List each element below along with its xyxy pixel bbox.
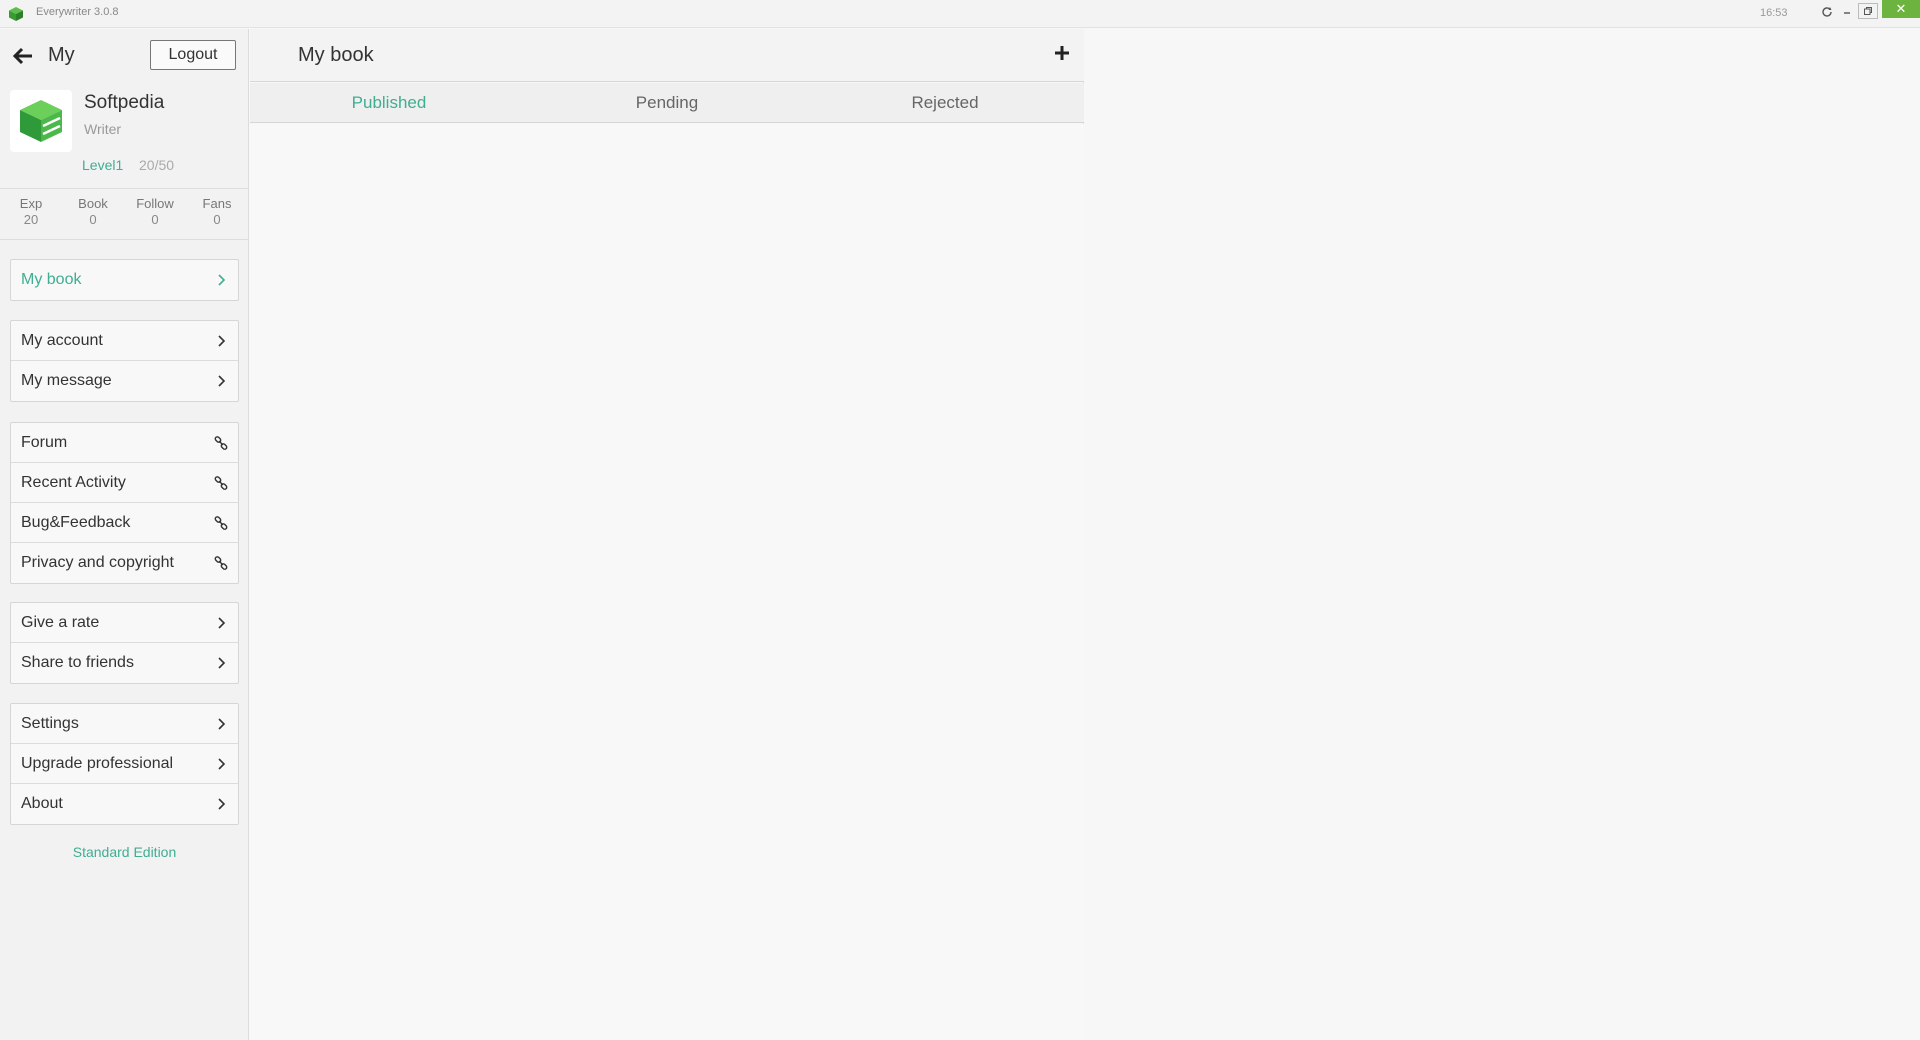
add-book-icon[interactable]	[1052, 43, 1072, 63]
chevron-right-icon	[218, 616, 226, 629]
user-name: Softpedia	[84, 92, 165, 113]
main-panel: My book Published Pending Rejected	[250, 29, 1084, 1040]
stat-exp: Exp 20	[19, 196, 43, 227]
main-header: My book	[250, 29, 1084, 82]
sidebar-title: My	[48, 44, 75, 66]
refresh-icon	[1822, 7, 1832, 17]
menu-item-my-account[interactable]: My account	[11, 321, 238, 361]
link-icon	[214, 435, 228, 450]
menu-item-share-friends[interactable]: Share to friends	[11, 643, 238, 683]
menu-group-account: My account My message	[10, 320, 239, 402]
close-icon: ✕	[1895, 1, 1907, 16]
avatar[interactable]	[10, 90, 72, 152]
menu-item-forum[interactable]: Forum	[11, 423, 238, 463]
menu-item-my-book[interactable]: My book	[11, 260, 238, 300]
level-progress: 20/50	[139, 157, 175, 173]
chevron-right-icon	[218, 717, 226, 730]
clock: 16:53	[1760, 7, 1788, 19]
menu-group-settings: Settings Upgrade professional About	[10, 703, 239, 825]
detail-panel	[1085, 29, 1920, 1040]
minimize-icon	[1844, 12, 1850, 14]
restore-icon	[1864, 7, 1872, 15]
book-status-tabs: Published Pending Rejected	[250, 83, 1084, 123]
link-icon	[214, 515, 228, 530]
page-title: My book	[298, 44, 374, 66]
stat-book: Book 0	[78, 196, 108, 227]
menu-item-privacy-copyright[interactable]: Privacy and copyright	[11, 543, 238, 583]
menu-item-upgrade[interactable]: Upgrade professional	[11, 744, 238, 784]
chevron-right-icon	[218, 657, 226, 669]
stat-follow: Follow 0	[136, 196, 174, 227]
tab-pending[interactable]: Pending	[528, 83, 806, 122]
close-button[interactable]: ✕	[1882, 0, 1920, 18]
back-arrow-icon[interactable]	[12, 45, 34, 67]
menu-item-bug-feedback[interactable]: Bug&Feedback	[11, 503, 238, 543]
menu-item-my-message[interactable]: My message	[11, 361, 238, 401]
menu-group-books: My book	[10, 259, 239, 301]
link-icon	[214, 475, 228, 490]
chevron-right-icon	[218, 757, 226, 770]
sidebar-header: My Logout	[0, 29, 249, 83]
window-title: Everywriter 3.0.8	[36, 6, 119, 18]
edition-label: Standard Edition	[72, 844, 177, 860]
chevron-right-icon	[218, 375, 226, 387]
link-icon	[214, 556, 228, 570]
menu-item-settings[interactable]: Settings	[11, 704, 238, 744]
user-profile: Softpedia Writer Level1 20/50	[0, 84, 249, 179]
menu-item-recent-activity[interactable]: Recent Activity	[11, 463, 238, 503]
app-logo-icon	[9, 7, 23, 21]
user-stats: Exp 20 Book 0 Follow 0 Fans 0	[0, 188, 249, 240]
restore-button[interactable]	[1858, 3, 1878, 19]
tab-published[interactable]: Published	[250, 83, 528, 122]
sidebar: My Logout Softpedia Writer Level1 20/50 …	[0, 29, 249, 1040]
book-stack-icon	[20, 100, 62, 142]
menu-item-give-rate[interactable]: Give a rate	[11, 603, 238, 643]
title-bar: Everywriter 3.0.8 16:53 ✕	[0, 0, 1920, 28]
stat-fans: Fans 0	[202, 196, 232, 227]
book-list	[250, 124, 1084, 1040]
user-role: Writer	[84, 121, 122, 137]
menu-group-share: Give a rate Share to friends	[10, 602, 239, 684]
minimize-button[interactable]	[1835, 2, 1859, 22]
chevron-right-icon	[218, 274, 226, 286]
chevron-right-icon	[218, 798, 226, 810]
menu-item-about[interactable]: About	[11, 784, 238, 824]
user-level: Level1	[82, 157, 124, 173]
tab-rejected[interactable]: Rejected	[806, 83, 1084, 122]
menu-group-links: Forum Recent Activity Bug&Feedback Priva…	[10, 422, 239, 584]
logout-button[interactable]: Logout	[150, 40, 236, 70]
chevron-right-icon	[218, 334, 226, 347]
